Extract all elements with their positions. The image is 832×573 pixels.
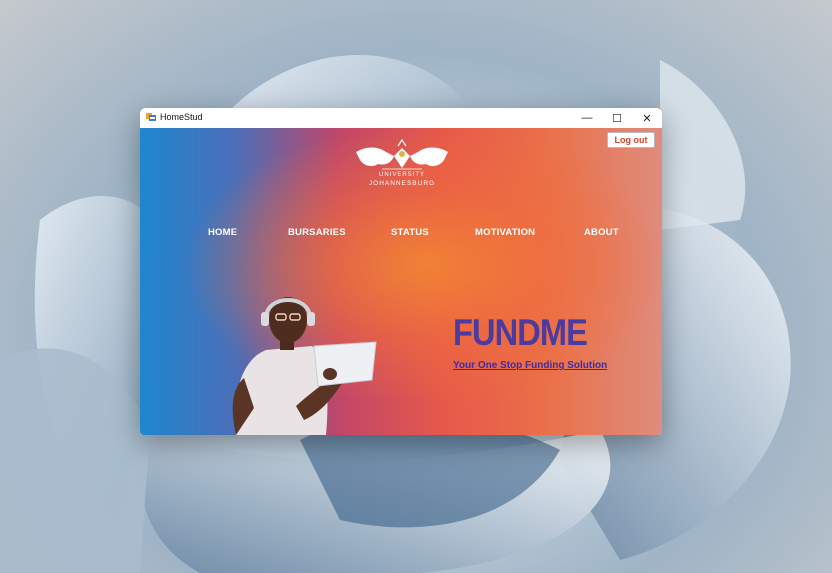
close-button[interactable]: ✕ <box>632 108 662 128</box>
hero-subtitle-link[interactable]: Your One Stop Funding Solution <box>453 360 607 371</box>
main-panel: Log out UNIVERSITY JOHANNESBURG HOME BUR… <box>140 128 662 435</box>
university-logo: UNIVERSITY JOHANNESBURG <box>352 138 452 190</box>
title-bar[interactable]: HomeStud — ☐ ✕ <box>140 108 662 128</box>
hero-person-image <box>232 297 377 435</box>
logo-text-johannesburg: JOHANNESBURG <box>368 180 436 187</box>
window-title: HomeStud <box>160 112 203 122</box>
nav-motivation[interactable]: MOTIVATION <box>475 227 535 238</box>
app-window: HomeStud — ☐ ✕ Log out UNIVERSITY JOHANN… <box>140 108 662 435</box>
nav-bursaries[interactable]: BURSARIES <box>288 227 346 238</box>
minimize-button[interactable]: — <box>572 108 602 128</box>
logo-text-university: UNIVERSITY <box>378 172 425 178</box>
hero-title: FUNDME <box>453 312 588 353</box>
nav-status[interactable]: STATUS <box>391 227 429 238</box>
logo-emblem-icon <box>356 138 448 170</box>
nav-home[interactable]: HOME <box>208 227 237 238</box>
app-icon <box>146 113 156 121</box>
logout-button[interactable]: Log out <box>607 132 655 148</box>
maximize-button[interactable]: ☐ <box>602 108 632 128</box>
nav-about[interactable]: ABOUT <box>584 227 619 238</box>
